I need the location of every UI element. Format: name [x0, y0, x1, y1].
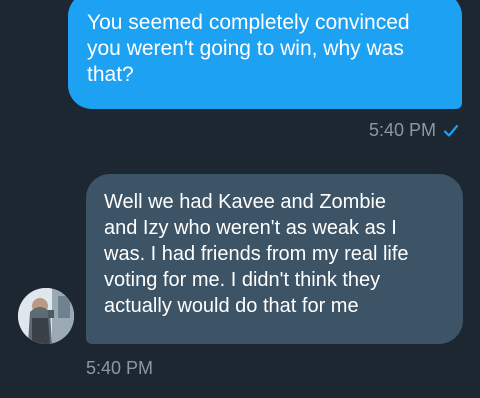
avatar[interactable]: [18, 288, 74, 344]
sent-message-text: You seemed completely convinced you were…: [87, 11, 410, 86]
message-thread: You seemed completely convinced you were…: [0, 0, 480, 398]
received-message-bubble[interactable]: Well we had Kavee and Zombie and Izy who…: [86, 174, 463, 344]
received-message-time: 5:40 PM: [86, 358, 154, 378]
sent-message-bubble[interactable]: You seemed completely convinced you were…: [68, 0, 462, 109]
read-check-icon: [442, 122, 460, 140]
received-message-text: Well we had Kavee and Zombie and Izy who…: [104, 191, 409, 317]
sent-message-meta: 5:40 PM: [369, 120, 460, 141]
sent-message-time: 5:40 PM: [368, 120, 436, 140]
